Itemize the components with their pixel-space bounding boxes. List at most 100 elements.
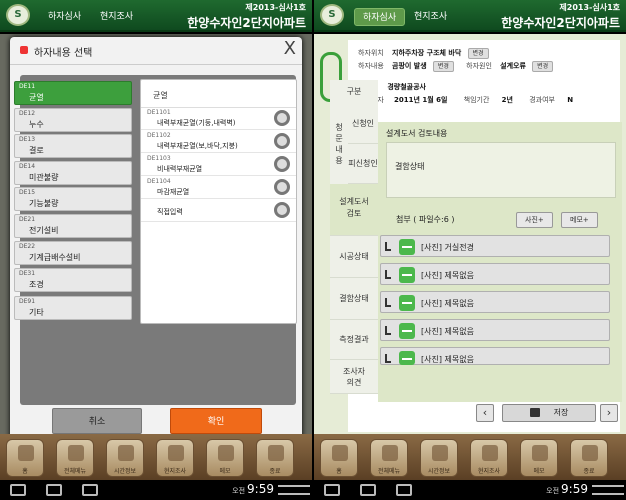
subcategory-item[interactable]: DE1102 내력부재균열(보,바닥,지붕) [141, 131, 296, 153]
clock-time: 9:59 [247, 482, 274, 496]
add-photo-button[interactable]: 사진+ [516, 212, 553, 228]
pencil-icon [218, 445, 234, 461]
dock-time[interactable]: 시간정보 [106, 439, 144, 477]
subcategory-item[interactable]: DE1101 내력부재균열(기둥,내력벽) [141, 108, 296, 130]
minus-icon[interactable] [399, 351, 415, 365]
home-nav-icon[interactable] [46, 484, 62, 496]
minus-icon[interactable] [399, 267, 415, 283]
nav-defect-state[interactable]: 결함상태 [330, 278, 378, 320]
file-label: [사진] 거실전경 [421, 243, 474, 252]
nav-applicant[interactable]: 신청인 [348, 104, 378, 144]
bottom-dock: 홈 전체메뉴 시간정보 현지조사 메모 종료 [314, 434, 626, 480]
defect-state-box[interactable]: 결함상태 [386, 142, 616, 198]
category-code: DE15 [19, 189, 36, 196]
file-item[interactable]: [사진] 제목없음 [380, 347, 610, 365]
minus-icon[interactable] [399, 295, 415, 311]
change-location-button[interactable]: 변경 [467, 48, 489, 59]
subcategory-list: 균열 DE1101 내력부재균열(기둥,내력벽) DE1102 내력부재균열(보… [140, 79, 297, 324]
dock-label: 메모 [219, 468, 231, 475]
subcategory-code: DE1104 [147, 178, 171, 185]
nav-respondent[interactable]: 피신청인 [348, 144, 378, 184]
file-item[interactable]: [사진] 제목없음 [380, 291, 610, 313]
dock-memo[interactable]: 메모 [206, 439, 244, 477]
nav-design-review[interactable]: 설계도서 검토 [330, 184, 378, 236]
dock-exit[interactable]: 종료 [570, 439, 608, 477]
dock-home[interactable]: 홈 [320, 439, 358, 477]
category-label: 결로 [29, 146, 44, 155]
dock-menu[interactable]: 전체메뉴 [370, 439, 408, 477]
category-item[interactable]: DE11 균열 [14, 81, 132, 105]
minus-icon[interactable] [399, 239, 415, 255]
file-item[interactable]: [사진] 제목없음 [380, 319, 610, 341]
dock-memo[interactable]: 메모 [520, 439, 558, 477]
back-icon[interactable] [324, 484, 340, 496]
dock-survey[interactable]: 현지조사 [470, 439, 508, 477]
file-item[interactable]: [사진] 제목없음 [380, 263, 610, 285]
category-code: DE31 [19, 270, 36, 277]
dock-label: 홈 [336, 468, 342, 475]
subcategory-item[interactable]: DE1103 비내력부재균열 [141, 154, 296, 176]
radio-button[interactable] [274, 110, 290, 126]
clock-ampm: 오전 [232, 487, 246, 495]
minus-icon[interactable] [399, 323, 415, 339]
clock: 오전 9:59 [232, 482, 274, 496]
save-button[interactable]: 저장 [502, 404, 596, 422]
file-item[interactable]: [사진] 거실전경 [380, 235, 610, 257]
radio-button[interactable] [274, 202, 290, 218]
content-row: 하자내용 곰팡이 발생 변경 하자원인 설계오류 변경 [358, 61, 554, 72]
subcategory-item[interactable]: DE1104 마감재균열 [141, 177, 296, 199]
back-icon[interactable] [10, 484, 26, 496]
recent-apps-icon[interactable] [82, 484, 98, 496]
menu-icon [68, 445, 84, 461]
nav-gubun: 구분 [330, 80, 378, 104]
nav-group-label: 청 문 내 용 [330, 104, 348, 184]
bottom-dock: 홈 전체메뉴 시간정보 현지조사 메모 종료 [0, 434, 312, 480]
system-bar: 오전 9:59 [314, 480, 626, 500]
next-button[interactable]: › [600, 404, 618, 422]
subcategory-code: DE1103 [147, 155, 171, 162]
tab-defect-review[interactable]: 하자심사 [40, 8, 89, 26]
home-icon [18, 445, 34, 461]
category-item[interactable]: DE22 기계급배수설비 [14, 241, 132, 265]
period-value: 2년 [501, 96, 513, 104]
category-item[interactable]: DE91 기타 [14, 296, 132, 320]
subcategory-item[interactable]: 직접입력 [141, 200, 296, 222]
radio-button[interactable] [274, 179, 290, 195]
dock-label: 현지조사 [163, 468, 187, 475]
category-item[interactable]: DE14 미관불량 [14, 161, 132, 185]
confirm-button[interactable]: 확인 [170, 408, 262, 434]
category-label: 조경 [29, 280, 44, 289]
category-item[interactable]: DE15 기능불량 [14, 187, 132, 211]
home-nav-icon[interactable] [360, 484, 376, 496]
recent-apps-icon[interactable] [396, 484, 412, 496]
content-value: 곰팡이 발생 [392, 62, 427, 70]
change-content-button[interactable]: 변경 [432, 61, 454, 72]
dock-home[interactable]: 홈 [6, 439, 44, 477]
dock-time[interactable]: 시간정보 [420, 439, 458, 477]
nav-measurement[interactable]: 측정결과 [330, 320, 378, 360]
dock-exit[interactable]: 종료 [256, 439, 294, 477]
cancel-button[interactable]: 취소 [52, 408, 142, 434]
radio-button[interactable] [274, 156, 290, 172]
case-number: 제2013-심사1호 [559, 3, 620, 12]
category-label: 전기설비 [29, 226, 59, 235]
tab-field-survey[interactable]: 현지조사 [92, 8, 141, 26]
dock-survey[interactable]: 현지조사 [156, 439, 194, 477]
category-item[interactable]: DE21 전기설비 [14, 214, 132, 238]
add-memo-button[interactable]: 메모+ [561, 212, 598, 228]
nav-opinion[interactable]: 조사자 의견 [330, 360, 378, 394]
close-icon[interactable]: X [284, 38, 296, 59]
chat-icon [118, 445, 134, 461]
prev-button[interactable]: ‹ [476, 404, 494, 422]
category-item[interactable]: DE12 누수 [14, 108, 132, 132]
nav-construction[interactable]: 시공상태 [330, 236, 378, 278]
tab-field-survey[interactable]: 현지조사 [406, 8, 455, 26]
category-item[interactable]: DE13 결로 [14, 134, 132, 158]
dock-menu[interactable]: 전체메뉴 [56, 439, 94, 477]
tab-defect-review[interactable]: 하자심사 [354, 8, 406, 26]
category-item[interactable]: DE31 조경 [14, 268, 132, 292]
change-cause-button[interactable]: 변경 [532, 61, 554, 72]
page-title: 한양수자인2단지아파트 [501, 16, 620, 30]
radio-button[interactable] [274, 133, 290, 149]
dock-label: 시간정보 [113, 468, 137, 475]
